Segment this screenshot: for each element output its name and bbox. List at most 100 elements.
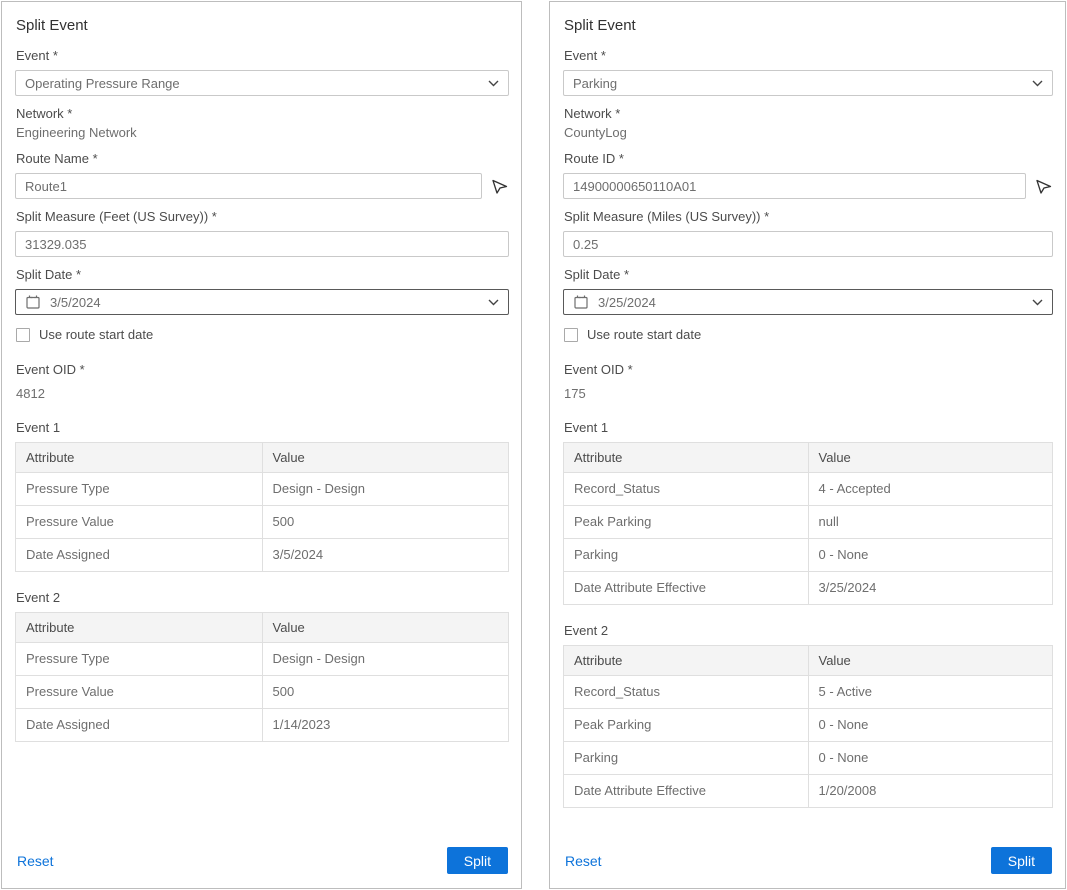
- route-field: Route ID *: [563, 151, 1053, 199]
- value-cell: Design - Design: [262, 473, 509, 506]
- reset-button[interactable]: Reset: [565, 853, 602, 869]
- table-row: Date Attribute Effective 1/20/2008: [564, 775, 1053, 808]
- route-input[interactable]: [563, 173, 1026, 199]
- column-header-attribute: Attribute: [16, 613, 263, 643]
- event-2-section: Event 2 Attribute Value Pressure Type De…: [15, 590, 509, 742]
- select-route-pointer-icon[interactable]: [491, 177, 509, 195]
- measure-input[interactable]: [15, 231, 509, 257]
- use-route-start-date-label: Use route start date: [39, 327, 153, 342]
- table-row: Date Attribute Effective 3/25/2024: [564, 572, 1053, 605]
- attribute-cell: Pressure Value: [16, 676, 263, 709]
- event-select[interactable]: Parking: [563, 70, 1053, 96]
- event-oid-field: Event OID * 4812: [15, 362, 509, 402]
- value-cell: 1/20/2008: [808, 775, 1053, 808]
- route-input[interactable]: [15, 173, 482, 199]
- attribute-cell: Record_Status: [564, 473, 809, 506]
- attribute-cell: Pressure Value: [16, 506, 263, 539]
- column-header-value: Value: [808, 443, 1053, 473]
- date-label: Split Date *: [564, 267, 1053, 282]
- column-header-attribute: Attribute: [564, 443, 809, 473]
- split-event-panel-right: Split Event Event * Parking Network * Co…: [549, 1, 1066, 889]
- event-select[interactable]: Operating Pressure Range: [15, 70, 509, 96]
- date-label: Split Date *: [16, 267, 509, 282]
- split-date-picker[interactable]: 3/25/2024: [563, 289, 1053, 315]
- value-cell: 4 - Accepted: [808, 473, 1053, 506]
- table-row: Parking 0 - None: [564, 539, 1053, 572]
- attribute-cell: Peak Parking: [564, 506, 809, 539]
- event-2-table: Attribute Value Pressure Type Design - D…: [15, 612, 509, 742]
- event-1-table: Attribute Value Pressure Type Design - D…: [15, 442, 509, 572]
- event-2-caption: Event 2: [564, 623, 1053, 638]
- route-label: Route Name *: [16, 151, 509, 166]
- event-oid-field: Event OID * 175: [563, 362, 1053, 402]
- split-event-panel-left: Split Event Event * Operating Pressure R…: [1, 1, 522, 889]
- chevron-down-icon: [488, 299, 499, 306]
- value-cell: 0 - None: [808, 539, 1053, 572]
- route-field: Route Name *: [15, 151, 509, 199]
- measure-label: Split Measure (Feet (US Survey)) *: [16, 209, 509, 224]
- chevron-down-icon: [1032, 80, 1043, 87]
- split-button[interactable]: Split: [991, 847, 1052, 874]
- use-route-start-date-row: Use route start date: [564, 327, 1053, 342]
- measure-field: Split Measure (Feet (US Survey)) *: [15, 209, 509, 257]
- chevron-down-icon: [1032, 299, 1043, 306]
- attribute-cell: Pressure Type: [16, 643, 263, 676]
- network-field: Network * CountyLog: [563, 106, 1053, 141]
- column-header-attribute: Attribute: [564, 646, 809, 676]
- event-1-section: Event 1 Attribute Value Pressure Type De…: [15, 420, 509, 572]
- date-field: Split Date * 3/25/2024: [563, 267, 1053, 315]
- split-date-picker[interactable]: 3/5/2024: [15, 289, 509, 315]
- event-oid-label: Event OID *: [564, 362, 1053, 377]
- attribute-cell: Parking: [564, 742, 809, 775]
- event-label: Event *: [564, 48, 1053, 63]
- event-oid-label: Event OID *: [16, 362, 509, 377]
- attribute-cell: Date Attribute Effective: [564, 775, 809, 808]
- event-1-table: Attribute Value Record_Status 4 - Accept…: [563, 442, 1053, 605]
- reset-button[interactable]: Reset: [17, 853, 54, 869]
- network-value: Engineering Network: [16, 125, 509, 141]
- use-route-start-date-checkbox[interactable]: [564, 328, 578, 342]
- page-title: Split Event: [564, 17, 1053, 34]
- route-label: Route ID *: [564, 151, 1053, 166]
- measure-field: Split Measure (Miles (US Survey)) *: [563, 209, 1053, 257]
- event-1-caption: Event 1: [16, 420, 509, 435]
- column-header-value: Value: [262, 613, 509, 643]
- table-row: Record_Status 5 - Active: [564, 676, 1053, 709]
- event-2-section: Event 2 Attribute Value Record_Status 5 …: [563, 623, 1053, 808]
- table-row: Peak Parking null: [564, 506, 1053, 539]
- use-route-start-date-row: Use route start date: [16, 327, 509, 342]
- event-select-value: Operating Pressure Range: [25, 76, 180, 91]
- table-row: Date Assigned 1/14/2023: [16, 709, 509, 742]
- event-2-caption: Event 2: [16, 590, 509, 605]
- table-row: Record_Status 4 - Accepted: [564, 473, 1053, 506]
- table-row: Date Assigned 3/5/2024: [16, 539, 509, 572]
- select-route-pointer-icon[interactable]: [1035, 177, 1053, 195]
- split-button[interactable]: Split: [447, 847, 508, 874]
- network-value: CountyLog: [564, 125, 1053, 141]
- event-2-table: Attribute Value Record_Status 5 - Active…: [563, 645, 1053, 808]
- table-row: Pressure Type Design - Design: [16, 643, 509, 676]
- use-route-start-date-checkbox[interactable]: [16, 328, 30, 342]
- event-oid-value: 175: [564, 386, 1053, 402]
- column-header-attribute: Attribute: [16, 443, 263, 473]
- value-cell: 500: [262, 676, 509, 709]
- event-field: Event * Operating Pressure Range: [15, 48, 509, 96]
- table-row: Pressure Type Design - Design: [16, 473, 509, 506]
- network-field: Network * Engineering Network: [15, 106, 509, 141]
- split-date-value: 3/5/2024: [50, 295, 101, 310]
- calendar-icon: [573, 294, 589, 310]
- measure-label: Split Measure (Miles (US Survey)) *: [564, 209, 1053, 224]
- use-route-start-date-label: Use route start date: [587, 327, 701, 342]
- event-1-caption: Event 1: [564, 420, 1053, 435]
- network-label: Network *: [16, 106, 509, 121]
- value-cell: 500: [262, 506, 509, 539]
- measure-input[interactable]: [563, 231, 1053, 257]
- column-header-value: Value: [262, 443, 509, 473]
- event-label: Event *: [16, 48, 509, 63]
- panel-footer: Reset Split: [563, 843, 1053, 876]
- value-cell: null: [808, 506, 1053, 539]
- value-cell: 3/5/2024: [262, 539, 509, 572]
- split-date-value: 3/25/2024: [598, 295, 656, 310]
- panel-footer: Reset Split: [15, 843, 509, 876]
- network-label: Network *: [564, 106, 1053, 121]
